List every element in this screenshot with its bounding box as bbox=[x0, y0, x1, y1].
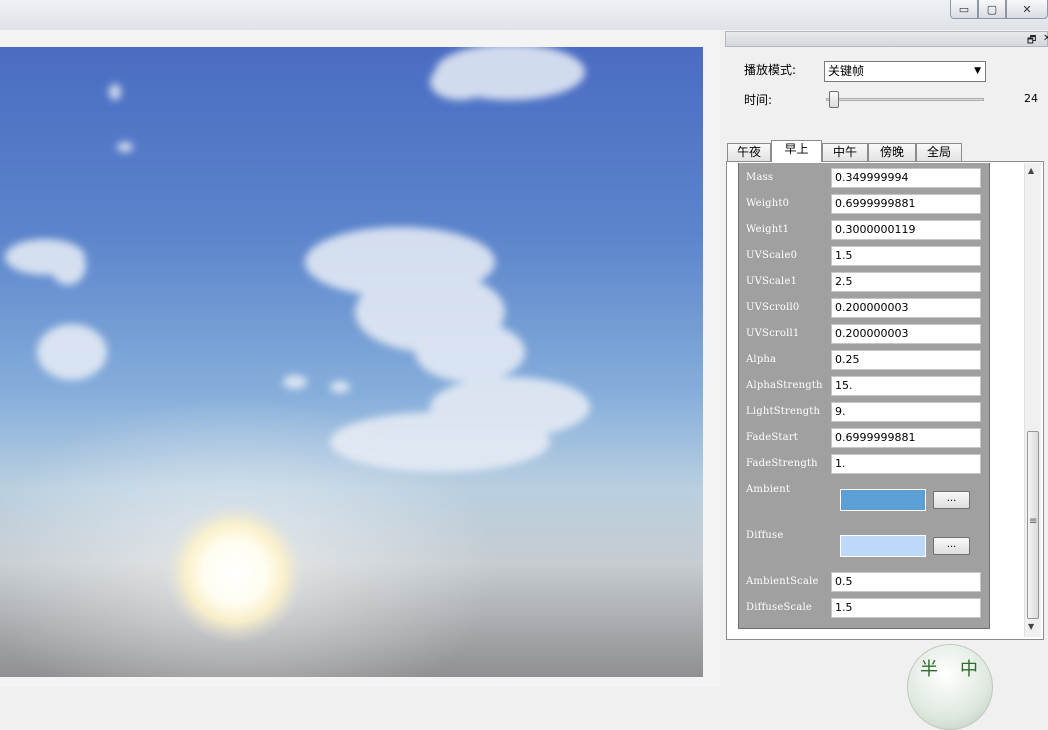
prop-value-field[interactable]: 0.200000003 bbox=[831, 324, 981, 344]
prop-label: FadeStrength bbox=[746, 458, 818, 469]
prop-value-field[interactable]: 2.5 bbox=[831, 272, 981, 292]
time-value: 24 bbox=[1024, 92, 1038, 105]
prop-value-field[interactable]: 0.3000000119 bbox=[831, 220, 981, 240]
prop-value-field[interactable]: 0.6999999881 bbox=[831, 428, 981, 448]
scrollbar-thumb[interactable]: ≡ bbox=[1027, 431, 1039, 619]
prop-value-field[interactable]: 15. bbox=[831, 376, 981, 396]
maximize-button[interactable]: ▢ bbox=[978, 0, 1006, 19]
prop-label: Weight0 bbox=[746, 198, 790, 209]
ambient-label: Ambient bbox=[746, 484, 791, 495]
minimize-button[interactable]: ▭ bbox=[950, 0, 978, 19]
panel-titlebar: 🗗 ✕ bbox=[725, 31, 1048, 47]
time-slider-track[interactable] bbox=[826, 98, 984, 101]
ambient-color-swatch[interactable] bbox=[840, 489, 926, 511]
time-slider-thumb[interactable] bbox=[828, 91, 839, 108]
grip-icon: ≡ bbox=[1029, 516, 1038, 527]
prop-label: AmbientScale bbox=[746, 576, 819, 587]
prop-value-field[interactable]: 1. bbox=[831, 454, 981, 474]
prop-label: UVScale1 bbox=[746, 276, 798, 287]
prop-label: FadeStart bbox=[746, 432, 798, 443]
prop-value-field[interactable]: 0.349999994 bbox=[831, 168, 981, 188]
tab-morning[interactable]: 早上 bbox=[771, 140, 822, 162]
prop-label: AlphaStrength bbox=[746, 380, 823, 391]
tab-noon[interactable]: 中午 bbox=[822, 143, 868, 161]
logo-char: 半 bbox=[920, 659, 938, 680]
panel-close-icon[interactable]: ✕ bbox=[1043, 33, 1048, 44]
prop-value-field[interactable]: 9. bbox=[831, 402, 981, 422]
ambient-color-button[interactable]: ... bbox=[933, 491, 970, 509]
tab-global[interactable]: 全局 bbox=[916, 143, 962, 161]
tab-midnight[interactable]: 午夜 bbox=[727, 143, 771, 161]
prop-label: DiffuseScale bbox=[746, 602, 813, 613]
restore-icon[interactable]: 🗗 bbox=[1027, 33, 1036, 50]
chevron-down-icon: ▼ bbox=[974, 66, 981, 76]
diffuse-scale-field[interactable]: 1.5 bbox=[831, 598, 981, 618]
prop-value-field[interactable]: 0.25 bbox=[831, 350, 981, 370]
sun bbox=[165, 503, 305, 643]
close-button[interactable]: ✕ bbox=[1006, 0, 1048, 19]
logo: 半 中 bbox=[907, 644, 993, 730]
diffuse-color-swatch[interactable] bbox=[840, 535, 926, 557]
ambient-scale-field[interactable]: 0.5 bbox=[831, 572, 981, 592]
logo-char: 中 bbox=[960, 659, 978, 680]
prop-label: Mass bbox=[746, 172, 774, 183]
play-mode-select[interactable]: 关键帧 ▼ bbox=[824, 61, 986, 82]
prop-value-field[interactable]: 0.200000003 bbox=[831, 298, 981, 318]
scroll-up-icon[interactable]: ▲ bbox=[1028, 166, 1034, 175]
prop-value-field[interactable]: 1.5 bbox=[831, 246, 981, 266]
scroll-down-icon[interactable]: ▼ bbox=[1028, 622, 1034, 631]
play-mode-value: 关键帧 bbox=[828, 64, 865, 78]
prop-value-field[interactable]: 0.6999999881 bbox=[831, 194, 981, 214]
sky-render bbox=[0, 47, 590, 677]
sky-viewport[interactable] bbox=[0, 47, 703, 677]
prop-label: LightStrength bbox=[746, 406, 821, 417]
diffuse-color-button[interactable]: ... bbox=[933, 537, 970, 555]
play-mode-label: 播放模式: bbox=[744, 63, 797, 77]
diffuse-label: Diffuse bbox=[746, 530, 784, 541]
prop-label: UVScroll1 bbox=[746, 328, 800, 339]
vertical-scrollbar[interactable]: ▲ ≡ ▼ bbox=[1024, 163, 1041, 637]
prop-label: Weight1 bbox=[746, 224, 790, 235]
prop-label: UVScale0 bbox=[746, 250, 798, 261]
top-strip bbox=[0, 0, 1048, 30]
time-label: 时间: bbox=[744, 93, 773, 107]
minimize-icon: ▭ bbox=[958, 2, 970, 16]
prop-label: UVScroll0 bbox=[746, 302, 800, 313]
window-controls: ▭ ▢ ✕ bbox=[950, 0, 1048, 20]
maximize-icon: ▢ bbox=[986, 2, 998, 16]
prop-label: Alpha bbox=[746, 354, 777, 365]
close-icon: ✕ bbox=[1022, 2, 1032, 16]
tab-evening[interactable]: 傍晚 bbox=[868, 143, 916, 161]
